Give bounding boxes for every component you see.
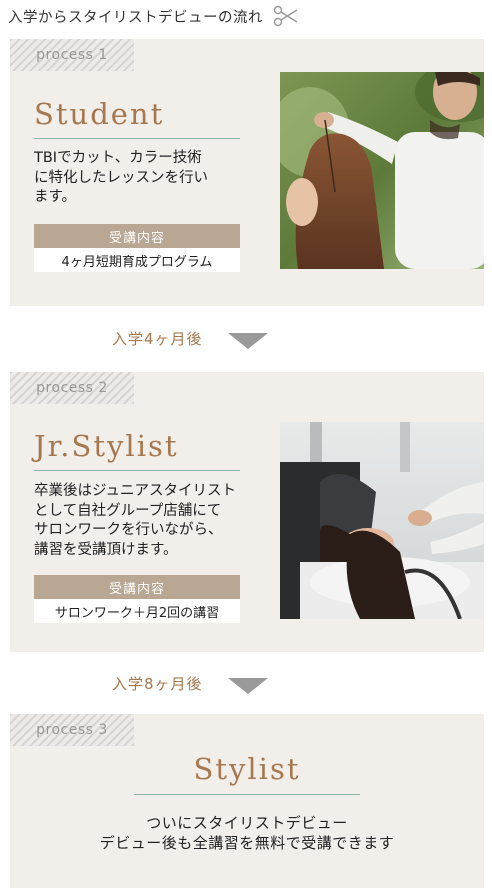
section-header: 入学からスタイリストデビューの流れ — [8, 4, 299, 28]
process-title: Stylist — [193, 752, 301, 786]
process-description: TBIでカット、カラー技術 に特化したレッスンを行い ます。 — [34, 150, 208, 205]
down-arrow-icon — [228, 678, 268, 694]
arrow-label: 入学8ヶ月後 — [112, 675, 203, 693]
scissors-icon — [273, 5, 298, 27]
title-rule — [34, 138, 240, 139]
process-tag: process 3 — [10, 714, 134, 746]
process-card-1: process 1 Student TBIでカット、カラー技術 に特化したレッス… — [10, 39, 484, 306]
process-tag: process 2 — [10, 372, 134, 404]
course-value: 4ヶ月短期育成プログラム — [34, 248, 240, 272]
course-value: サロンワーク＋月2回の講習 — [34, 599, 240, 623]
process-line: デビュー後も全講習を無料で受講できます — [99, 834, 395, 852]
process-line: ついにスタイリストデビュー — [146, 814, 348, 832]
process-card-2: process 2 Jr.Stylist 卒業後はジュニアスタイリスト として自… — [10, 372, 484, 652]
process-description: 卒業後はジュニアスタイリスト として自社グループ店舗にて サロンワークを行いなが… — [34, 483, 236, 558]
section-title: 入学からスタイリストデビューの流れ — [8, 9, 263, 26]
step-arrow-2: 入学8ヶ月後 — [0, 672, 492, 696]
student-photo — [280, 72, 484, 269]
arrow-label: 入学4ヶ月後 — [112, 330, 203, 348]
title-rule — [34, 470, 240, 471]
course-label: 受講内容 — [34, 224, 240, 248]
jr-stylist-photo — [280, 422, 484, 619]
process-title: Student — [34, 97, 165, 131]
down-arrow-icon — [228, 333, 268, 349]
process-tag: process 1 — [10, 39, 134, 71]
course-label: 受講内容 — [34, 575, 240, 599]
step-arrow-1: 入学4ヶ月後 — [0, 327, 492, 351]
title-rule — [134, 794, 360, 795]
process-title: Jr.Stylist — [34, 429, 179, 463]
process-card-3: process 3 Stylist ついにスタイリストデビュー デビュー後も全講… — [10, 714, 484, 888]
